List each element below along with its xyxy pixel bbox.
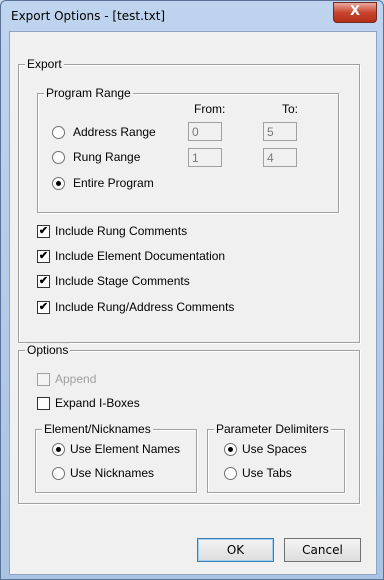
to-label: To: [282, 102, 299, 116]
expand-iboxes-label: Expand I-Boxes [55, 396, 140, 410]
address-range-to-field[interactable]: 5 [263, 122, 297, 141]
dialog-client-area: Export Program Range From: To: Address R… [9, 31, 377, 575]
include-rung-comments-check[interactable]: ✔ [37, 225, 50, 238]
include-stage-comments-label: Include Stage Comments [55, 274, 190, 288]
entire-program-label: Entire Program [73, 176, 154, 190]
export-group-label: Export [25, 57, 64, 71]
parameter-delimiters-label: Parameter Delimiters [214, 422, 331, 436]
address-range-from-field[interactable]: 0 [188, 122, 222, 141]
options-group-label: Options [25, 343, 71, 357]
rung-range-radio-circle[interactable] [52, 151, 65, 164]
close-button[interactable]: X [333, 2, 377, 23]
include-rung-address-comments-check[interactable]: ✔ [37, 301, 50, 314]
parameter-delimiters-group: Parameter Delimiters Use Spaces Use Tabs [207, 422, 345, 493]
use-tabs-radio-circle[interactable] [224, 467, 237, 480]
element-nicknames-label: Element/Nicknames [42, 422, 153, 436]
window-title: Export Options - [test.txt] [11, 9, 166, 23]
options-group: Options Append Expand I-Boxes Element/Ni… [18, 343, 360, 504]
rung-range-label: Rung Range [73, 150, 141, 164]
expand-iboxes-check[interactable] [37, 397, 50, 410]
include-element-doc-label: Include Element Documentation [55, 249, 226, 263]
use-tabs-label: Use Tabs [242, 466, 292, 480]
close-icon: X [349, 4, 361, 19]
include-stage-comments-check[interactable]: ✔ [37, 275, 50, 288]
address-range-label: Address Range [73, 125, 156, 139]
use-element-names-radio-circle[interactable] [52, 443, 65, 456]
include-rung-comments-label: Include Rung Comments [55, 224, 188, 238]
append-check[interactable] [37, 373, 50, 386]
use-element-names-label: Use Element Names [70, 442, 181, 456]
use-nicknames-label: Use Nicknames [70, 466, 155, 480]
element-nicknames-group: Element/Nicknames Use Element Names Use … [35, 422, 197, 493]
from-label: From: [194, 102, 226, 116]
use-nicknames-radio-circle[interactable] [52, 467, 65, 480]
address-range-radio-circle[interactable] [52, 126, 65, 139]
cancel-button[interactable]: Cancel [284, 538, 361, 562]
ok-button[interactable]: OK [197, 538, 274, 562]
program-range-group: Program Range From: To: Address Range 0 … [37, 86, 339, 213]
use-spaces-label: Use Spaces [242, 442, 307, 456]
include-element-doc-check[interactable]: ✔ [37, 250, 50, 263]
entire-program-radio-circle[interactable] [52, 177, 65, 190]
include-rung-address-comments-label: Include Rung/Address Comments [55, 300, 235, 314]
rung-range-from-field[interactable]: 1 [188, 148, 222, 167]
use-spaces-radio-circle[interactable] [224, 443, 237, 456]
title-bar[interactable]: Export Options - [test.txt] X [1, 1, 383, 31]
export-group: Export Program Range From: To: Address R… [18, 57, 360, 343]
append-label: Append [55, 372, 97, 386]
export-options-window: Export Options - [test.txt] X Export Pro… [0, 0, 384, 580]
rung-range-to-field[interactable]: 4 [263, 148, 297, 167]
program-range-label: Program Range [44, 86, 133, 100]
